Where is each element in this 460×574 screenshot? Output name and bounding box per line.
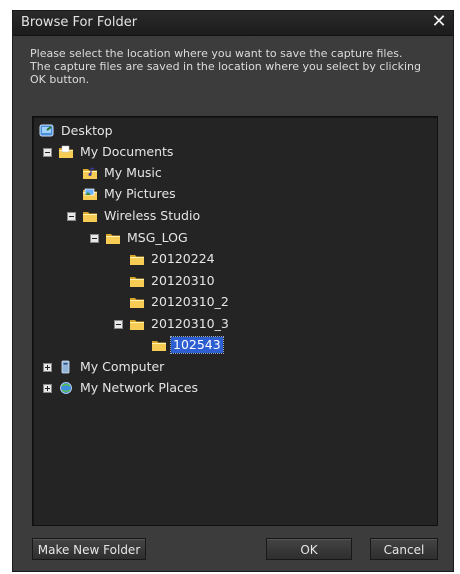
tree-item-desktop[interactable]: Desktop [39,122,115,140]
tree-item-wireless-studio[interactable]: Wireless Studio [67,207,202,225]
browse-folder-dialog: Browse For Folder ✕ Please select the lo… [12,10,454,572]
make-new-folder-button[interactable]: Make New Folder [32,538,146,560]
tree-item-folder-20120310-2[interactable]: 20120310_2 [129,293,231,311]
collapse-icon[interactable] [67,211,76,221]
tree-item-my-documents[interactable]: My Documents [43,143,175,161]
selected-folder-label: 102543 [170,336,224,354]
collapse-icon[interactable] [90,233,99,243]
tree-item-my-computer[interactable]: My Computer [43,358,166,376]
tree-label: My Network Places [80,380,199,395]
cancel-button[interactable]: Cancel [370,538,438,560]
expand-icon[interactable] [43,362,52,372]
tree-label: My Pictures [104,186,176,201]
tree-label: 20120310_2 [151,294,229,309]
network-icon [60,382,72,394]
description-line-1: Please select the location where you wan… [30,47,403,60]
tree-item-folder-20120310[interactable]: 20120310 [129,272,217,290]
desktop-icon [39,124,54,137]
tree-item-folder-102543[interactable]: 102543 [151,336,224,354]
tree-label: My Computer [80,359,165,374]
dialog-description: Please select the location where you wan… [30,47,440,86]
folder-icon [129,297,145,309]
folder-icon [129,319,145,331]
music-folder-icon [82,167,98,180]
folder-icon [82,211,98,223]
tree-item-my-music[interactable]: My Music [82,164,164,182]
tree-label: 20120224 [151,251,215,266]
folder-tree[interactable]: Desktop My Documents My Music My Picture… [32,116,438,526]
folder-icon [129,254,145,266]
title-bar[interactable]: Browse For Folder ✕ [13,11,453,36]
open-folder-icon [151,340,167,352]
tree-label: Desktop [61,123,113,138]
close-icon[interactable]: ✕ [429,11,449,33]
tree-label: Wireless Studio [104,208,201,223]
tree-item-my-network-places[interactable]: My Network Places [43,379,200,397]
tree-item-my-pictures[interactable]: My Pictures [82,185,178,203]
expand-icon[interactable] [43,383,52,393]
pictures-folder-icon [82,188,98,201]
tree-label: My Music [104,165,162,180]
collapse-icon[interactable] [43,147,52,157]
description-line-2: The capture files are saved in the locat… [30,60,422,73]
tree-label: 20120310_3 [151,316,229,331]
tree-item-folder-20120224[interactable]: 20120224 [129,250,217,268]
tree-label: My Documents [80,144,174,159]
folder-icon [105,233,121,245]
tree-item-msg-log[interactable]: MSG_LOG [90,229,190,247]
ok-button[interactable]: OK [266,538,352,560]
tree-label: 20120310 [151,273,215,288]
description-line-3: OK button. [30,73,90,86]
tree-item-folder-20120310-3[interactable]: 20120310_3 [114,315,231,333]
dialog-title: Browse For Folder [21,15,138,30]
collapse-icon[interactable] [114,319,123,329]
folder-icon [129,276,145,288]
documents-folder-icon [58,145,74,159]
tree-label: MSG_LOG [127,230,188,245]
computer-icon [61,360,70,374]
